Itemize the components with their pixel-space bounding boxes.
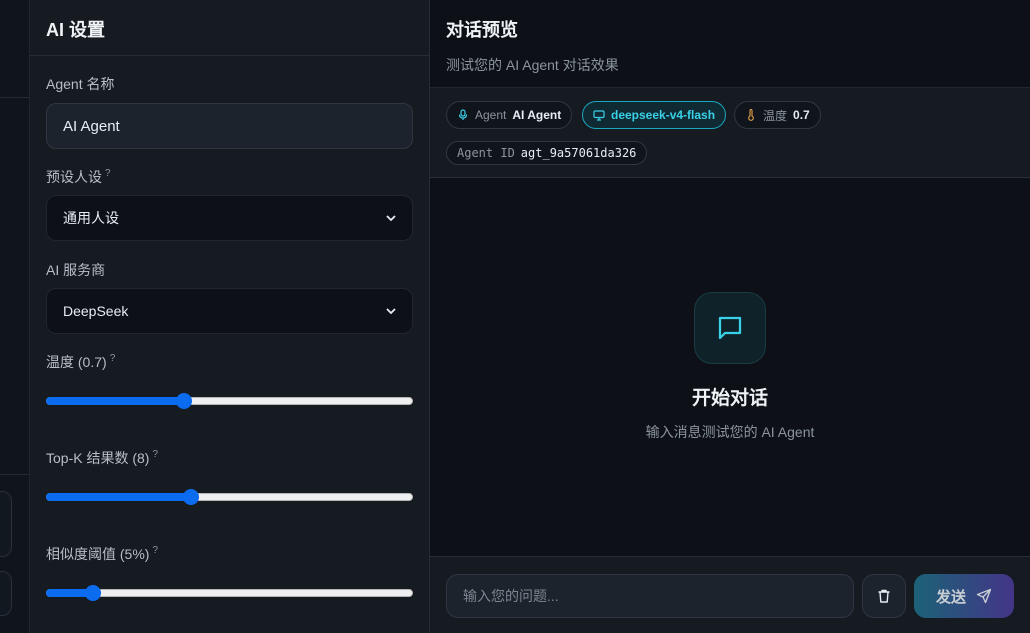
temperature-label-text: 温度 (0.7) — [46, 354, 107, 370]
similarity-label-text: 相似度阈值 (5%) — [46, 546, 150, 562]
chat-header: 对话预览 测试您的 AI Agent 对话效果 — [430, 0, 1030, 87]
provider-select[interactable]: DeepSeek — [46, 288, 413, 334]
chat-bubble-icon — [694, 292, 766, 364]
empty-chat-state: 开始对话 输入消息测试您的 AI Agent — [430, 178, 1030, 556]
agent-name-label: Agent 名称 — [46, 74, 114, 94]
topk-label: Top-K 结果数 (8)? — [46, 448, 158, 468]
chat-subtitle: 测试您的 AI Agent 对话效果 — [446, 57, 619, 73]
clear-chat-button[interactable] — [862, 574, 906, 618]
topk-label-text: Top-K 结果数 (8) — [46, 450, 150, 466]
model-chip-value: deepseek-v4-flash — [611, 108, 716, 122]
slider-track — [46, 589, 413, 597]
slider-fill — [46, 493, 191, 501]
help-icon[interactable]: ? — [110, 353, 116, 364]
chevron-down-icon — [386, 215, 396, 222]
slider-thumb[interactable] — [176, 393, 192, 409]
settings-title: AI 设置 — [46, 20, 106, 40]
slider-fill — [46, 397, 184, 405]
microphone-icon — [458, 109, 468, 120]
send-button[interactable]: 发送 — [914, 574, 1014, 618]
topk-slider[interactable] — [46, 489, 413, 505]
temperature-chip-key: 温度 — [763, 108, 788, 123]
agent-chip-key: Agent — [475, 108, 507, 122]
left-sidebar-edge — [0, 0, 30, 633]
provider-label-text: AI 服务商 — [46, 262, 106, 278]
persona-select[interactable]: 通用人设 — [46, 195, 413, 241]
sidebar-card[interactable] — [0, 491, 12, 557]
send-icon — [976, 588, 992, 604]
help-icon[interactable]: ? — [105, 168, 111, 179]
thermometer-icon — [748, 109, 754, 121]
trash-icon — [878, 589, 890, 603]
divider — [0, 474, 30, 475]
temperature-chip-value: 0.7 — [793, 108, 810, 122]
persona-label-text: 预设人设 — [46, 169, 102, 185]
help-icon[interactable]: ? — [152, 449, 158, 460]
agent-chip: Agent AI Agent — [446, 101, 573, 129]
empty-title: 开始对话 — [691, 388, 768, 409]
settings-header: AI 设置 — [30, 0, 429, 56]
message-input[interactable]: 输入您的问题... — [446, 574, 854, 618]
chat-title: 对话预览 — [446, 20, 518, 40]
slider-thumb[interactable] — [85, 585, 101, 601]
agent-name-value: AI Agent — [63, 117, 120, 135]
temperature-label: 温度 (0.7)? — [46, 352, 115, 372]
persona-selected-value: 通用人设 — [63, 210, 119, 226]
provider-label: AI 服务商 — [46, 260, 105, 280]
message-input-placeholder: 输入您的问题... — [463, 588, 559, 604]
empty-subtitle: 输入消息测试您的 AI Agent — [645, 424, 815, 440]
similarity-slider[interactable] — [46, 585, 413, 601]
chat-preview-panel: 对话预览 测试您的 AI Agent 对话效果 Agent AI Agent d… — [430, 0, 1030, 633]
sidebar-card[interactable] — [0, 571, 12, 616]
agent-chip-value: AI Agent — [512, 108, 562, 122]
agent-name-label-text: Agent 名称 — [46, 76, 115, 92]
provider-selected-value: DeepSeek — [63, 303, 129, 319]
temperature-chip: 温度 0.7 — [734, 101, 821, 129]
agent-id-chip: Agent ID agt_9a57061da326 — [446, 141, 648, 165]
chevron-down-icon — [386, 308, 396, 315]
monitor-icon — [593, 110, 605, 121]
agent-id-key: Agent ID — [457, 146, 515, 160]
agent-id-value: agt_9a57061da326 — [520, 146, 637, 160]
help-icon[interactable]: ? — [152, 545, 158, 556]
persona-label: 预设人设? — [46, 167, 111, 187]
agent-name-input[interactable]: AI Agent — [46, 103, 413, 149]
divider — [0, 97, 30, 98]
temperature-slider[interactable] — [46, 393, 413, 409]
agent-meta-bar: Agent AI Agent deepseek-v4-flash 温度 0.7 … — [430, 87, 1030, 178]
send-label: 发送 — [935, 588, 966, 606]
ai-settings-panel: AI 设置 Agent 名称 AI Agent 预设人设? 通用人设 AI 服务… — [30, 0, 430, 633]
message-composer: 输入您的问题... 发送 — [430, 556, 1030, 633]
slider-thumb[interactable] — [183, 489, 199, 505]
similarity-label: 相似度阈值 (5%)? — [46, 544, 158, 564]
model-chip[interactable]: deepseek-v4-flash — [582, 101, 727, 129]
